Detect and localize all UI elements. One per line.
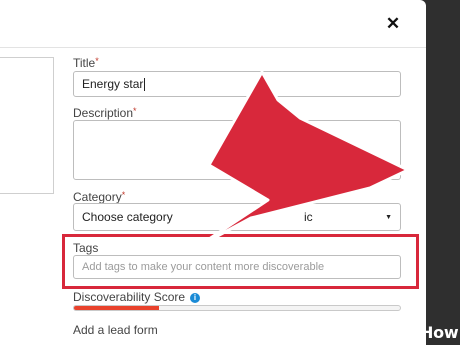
close-icon[interactable]: ✕ bbox=[384, 14, 402, 34]
discoverability-score-label: Discoverability Score i bbox=[73, 290, 201, 304]
thumbnail-preview bbox=[0, 57, 54, 194]
upload-modal: ✕ Title* Energy star Description* Catego… bbox=[0, 0, 426, 345]
title-input[interactable]: Energy star bbox=[73, 71, 401, 97]
tags-highlight-box bbox=[62, 234, 419, 289]
category-value: Choose category bbox=[82, 210, 173, 224]
description-textarea[interactable] bbox=[73, 120, 401, 180]
lead-form-label[interactable]: Add a lead form bbox=[73, 323, 158, 337]
discoverability-score-fill bbox=[74, 306, 159, 310]
info-icon[interactable]: i bbox=[190, 292, 201, 303]
category-label: Category* bbox=[73, 190, 126, 204]
chevron-down-icon: ▼ bbox=[385, 213, 392, 221]
title-value: Energy star bbox=[82, 77, 144, 91]
title-label: Title* bbox=[73, 56, 99, 70]
modal-header: ✕ bbox=[0, 0, 426, 48]
resize-handle-icon[interactable] bbox=[390, 169, 398, 177]
description-label: Description* bbox=[73, 106, 137, 120]
discoverability-score-bar bbox=[73, 305, 401, 311]
wikihow-watermark: wikiHow bbox=[390, 323, 459, 342]
category-overflow-text: ic bbox=[304, 210, 313, 224]
category-select[interactable]: Choose category ic ▼ bbox=[73, 203, 401, 231]
